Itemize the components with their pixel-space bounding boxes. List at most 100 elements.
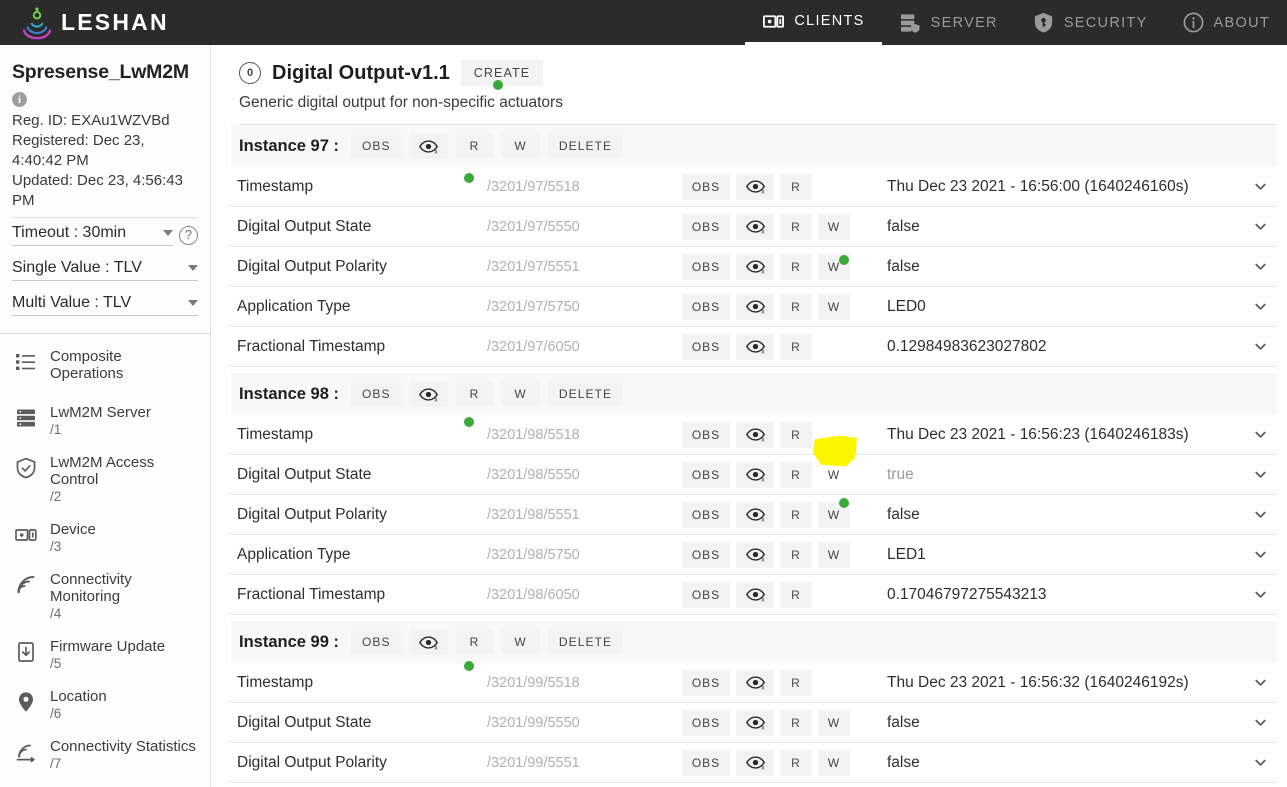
resource-write-button[interactable]: W — [818, 294, 850, 320]
cancel-observe-icon[interactable]: x — [736, 174, 774, 200]
resource-read-button[interactable]: R — [780, 294, 812, 320]
resource-read-button[interactable]: R — [780, 174, 812, 200]
cancel-observe-icon[interactable]: x — [736, 422, 774, 448]
chevron-down-icon[interactable] — [1243, 467, 1277, 482]
instance-observe-button[interactable]: OBS — [351, 630, 402, 654]
create-button[interactable]: CREATE — [461, 60, 543, 86]
resource-read-button[interactable]: R — [780, 502, 812, 528]
chevron-down-icon[interactable] — [1243, 675, 1277, 690]
multi-value-select-label: Multi Value : TLV — [12, 294, 131, 312]
instance-delete-button[interactable]: DELETE — [548, 382, 623, 406]
sidebar-item-connectivity-statistics[interactable]: Connectivity Statistics /7 — [0, 730, 210, 780]
cancel-observe-icon[interactable]: x — [736, 462, 774, 488]
resource-read-button[interactable]: R — [780, 462, 812, 488]
chevron-down-icon[interactable] — [1243, 587, 1277, 602]
chevron-down-icon[interactable] — [1243, 259, 1277, 274]
chevron-down-icon[interactable] — [1243, 427, 1277, 442]
cancel-observe-icon[interactable]: x — [410, 629, 448, 655]
cancel-observe-icon[interactable]: x — [736, 334, 774, 360]
cancel-observe-icon[interactable]: x — [736, 542, 774, 568]
instance-read-button[interactable]: R — [456, 630, 494, 654]
resource-observe-button[interactable]: OBS — [682, 710, 730, 736]
resource-read-button[interactable]: R — [780, 214, 812, 240]
sidebar-item-digital-input[interactable]: n Digital Input — [0, 780, 210, 787]
sidebar-item-composite-operations[interactable]: Composite Operations — [0, 334, 210, 396]
resource-write-button[interactable]: W — [818, 750, 850, 776]
resource-write-button[interactable]: W — [818, 254, 850, 280]
cancel-observe-icon[interactable]: x — [410, 133, 448, 159]
nav-item-about[interactable]: ABOUT — [1165, 0, 1287, 45]
resource-operations: OBSxRW — [682, 502, 877, 528]
sidebar-item-device[interactable]: Device /3 — [0, 513, 210, 563]
resource-observe-button[interactable]: OBS — [682, 582, 730, 608]
resource-read-button[interactable]: R — [780, 750, 812, 776]
sidebar-item-connectivity-monitoring[interactable]: Connectivity Monitoring /4 — [0, 563, 210, 630]
sidebar-item-lwm2m-access-control[interactable]: LwM2M Access Control /2 — [0, 446, 210, 513]
instance-observe-button[interactable]: OBS — [351, 134, 402, 158]
cancel-observe-icon[interactable]: x — [736, 710, 774, 736]
resource-observe-button[interactable]: OBS — [682, 334, 730, 360]
resource-write-button[interactable]: W — [818, 542, 850, 568]
chevron-down-icon[interactable] — [1243, 715, 1277, 730]
resource-observe-button[interactable]: OBS — [682, 294, 730, 320]
chevron-down-icon[interactable] — [1243, 179, 1277, 194]
chevron-down-icon[interactable] — [1243, 299, 1277, 314]
device-icon — [14, 523, 38, 547]
resource-read-button[interactable]: R — [780, 670, 812, 696]
instance-write-button[interactable]: W — [501, 382, 539, 406]
help-icon[interactable]: ? — [179, 226, 198, 245]
resource-read-button[interactable]: R — [780, 542, 812, 568]
sidebar-item-firmware-update[interactable]: Firmware Update /5 — [0, 630, 210, 680]
resource-observe-button[interactable]: OBS — [682, 254, 730, 280]
chevron-down-icon[interactable] — [1243, 507, 1277, 522]
resource-observe-button[interactable]: OBS — [682, 174, 730, 200]
instance-read-button[interactable]: R — [456, 134, 494, 158]
resource-row: Digital Output State/3201/98/5550OBSxRWt… — [229, 455, 1277, 495]
sidebar-item-path: /6 — [50, 705, 107, 722]
cancel-observe-icon[interactable]: x — [736, 254, 774, 280]
instance-delete-button[interactable]: DELETE — [548, 630, 623, 654]
resource-observe-button[interactable]: OBS — [682, 214, 730, 240]
cancel-observe-icon[interactable]: x — [736, 750, 774, 776]
resource-read-button[interactable]: R — [780, 582, 812, 608]
instance-header: Instance 97 :OBSxRWDELETE — [231, 125, 1277, 167]
resource-observe-button[interactable]: OBS — [682, 422, 730, 448]
instance-write-button[interactable]: W — [501, 630, 539, 654]
nav-item-clients[interactable]: CLIENTS — [745, 0, 881, 45]
resource-observe-button[interactable]: OBS — [682, 462, 730, 488]
instance-read-button[interactable]: R — [456, 382, 494, 406]
chevron-down-icon[interactable] — [1243, 755, 1277, 770]
resource-read-button[interactable]: R — [780, 710, 812, 736]
resource-observe-button[interactable]: OBS — [682, 670, 730, 696]
chevron-down-icon[interactable] — [1243, 219, 1277, 234]
resource-write-button[interactable]: W — [818, 214, 850, 240]
cancel-observe-icon[interactable]: x — [736, 670, 774, 696]
sidebar-item-lwm2m-server[interactable]: LwM2M Server /1 — [0, 396, 210, 446]
instance-observe-button[interactable]: OBS — [351, 382, 402, 406]
cancel-observe-icon[interactable]: x — [736, 502, 774, 528]
sidebar-item-location[interactable]: Location /6 — [0, 680, 210, 730]
cancel-observe-icon[interactable]: x — [410, 381, 448, 407]
resource-read-button[interactable]: R — [780, 422, 812, 448]
chevron-down-icon[interactable] — [1243, 547, 1277, 562]
info-icon[interactable]: i — [12, 92, 27, 107]
single-value-select[interactable]: Single Value : TLV — [12, 259, 198, 281]
nav-item-security[interactable]: SECURITY — [1015, 0, 1165, 45]
instance-write-button[interactable]: W — [501, 134, 539, 158]
instance-delete-button[interactable]: DELETE — [548, 134, 623, 158]
nav-item-server[interactable]: SERVER — [882, 0, 1015, 45]
timeout-select[interactable]: Timeout : 30min — [12, 224, 173, 246]
cancel-observe-icon[interactable]: x — [736, 294, 774, 320]
multi-value-select[interactable]: Multi Value : TLV — [12, 294, 198, 316]
resource-observe-button[interactable]: OBS — [682, 542, 730, 568]
cancel-observe-icon[interactable]: x — [736, 582, 774, 608]
chevron-down-icon[interactable] — [1243, 339, 1277, 354]
resource-read-button[interactable]: R — [780, 334, 812, 360]
cancel-observe-icon[interactable]: x — [736, 214, 774, 240]
resource-observe-button[interactable]: OBS — [682, 750, 730, 776]
resource-observe-button[interactable]: OBS — [682, 502, 730, 528]
resource-write-button[interactable]: W — [818, 462, 850, 488]
resource-write-button[interactable]: W — [818, 502, 850, 528]
resource-write-button[interactable]: W — [818, 710, 850, 736]
resource-read-button[interactable]: R — [780, 254, 812, 280]
